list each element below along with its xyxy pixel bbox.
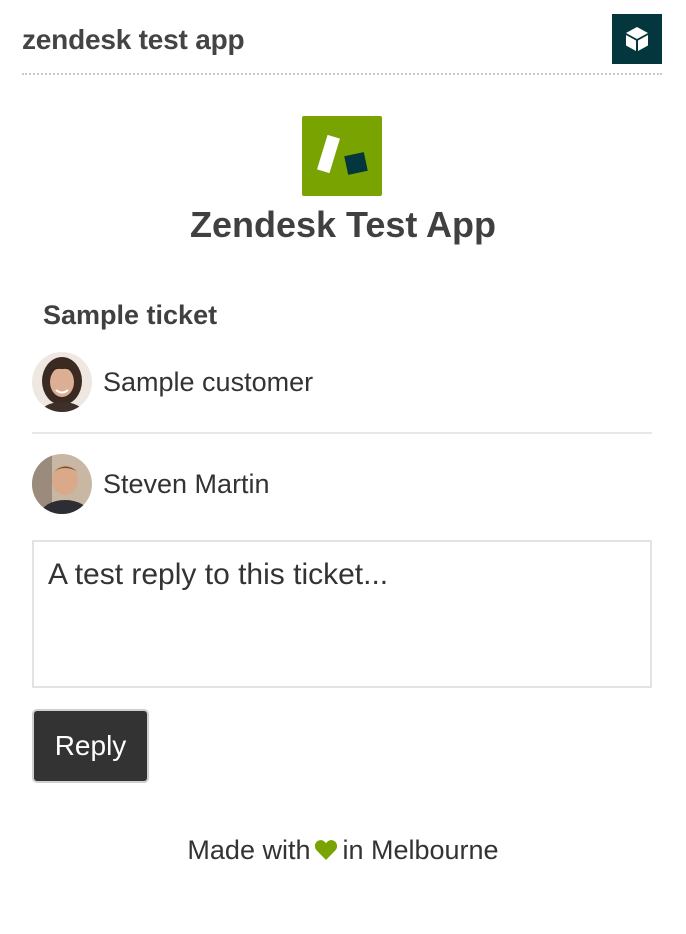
footer-prefix: Made with — [187, 835, 311, 865]
reply-button[interactable]: Reply — [32, 709, 149, 783]
assignee-row: Steven Martin — [32, 453, 652, 515]
footer: Made with in Melbourne — [0, 835, 686, 868]
app-title: Zendesk Test App — [189, 204, 497, 245]
assignee-name: Steven Martin — [103, 468, 270, 499]
footer-suffix: in Melbourne — [342, 835, 499, 865]
zendesk-logo-icon — [302, 116, 382, 196]
customer-avatar — [32, 352, 92, 412]
box-icon — [626, 27, 648, 51]
divider — [32, 432, 652, 434]
header-title: zendesk test app — [22, 24, 245, 55]
heart-icon — [314, 838, 338, 868]
reply-input[interactable] — [32, 540, 652, 688]
app-header: zendesk test app — [22, 0, 662, 75]
zendesk-logo-graphic — [317, 134, 368, 175]
requester-name: Sample customer — [103, 366, 314, 397]
requester-row: Sample customer — [32, 351, 652, 413]
ticket-heading: Sample ticket — [43, 300, 218, 330]
agent-avatar — [32, 454, 92, 514]
app-box-icon-button[interactable] — [612, 14, 662, 64]
